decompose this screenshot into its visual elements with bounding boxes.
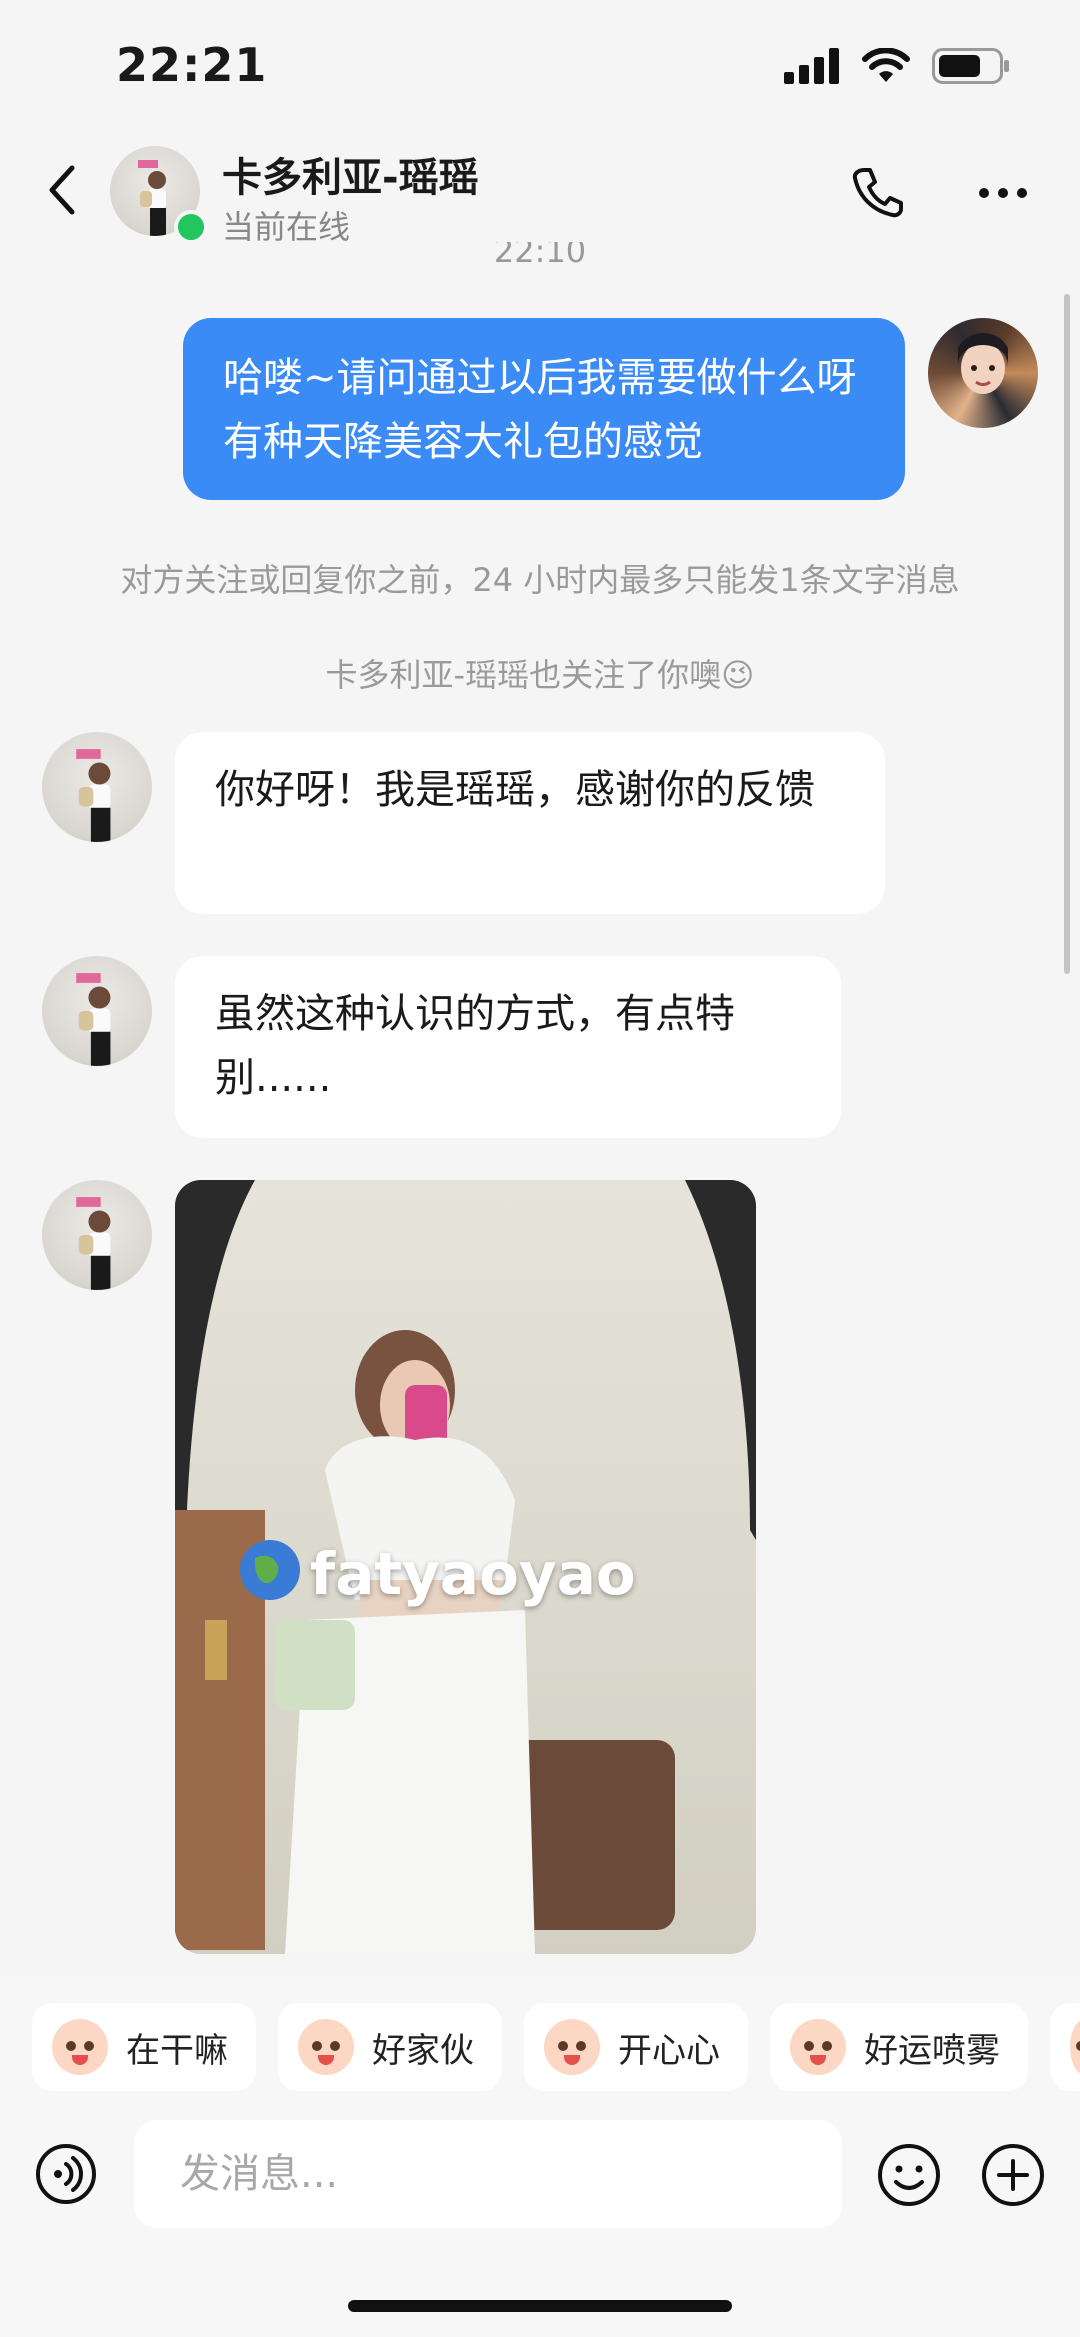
quick-reply-chip[interactable]: 好运喷雾 <box>770 2003 1028 2091</box>
quick-reply-chip[interactable]: 好家伙 <box>278 2003 502 2091</box>
sticker-face-icon <box>790 2019 846 2075</box>
battery-icon <box>932 48 1009 84</box>
received-message-bubble[interactable]: 虽然这种认识的方式，有点特别...... <box>175 956 841 1138</box>
avatar-art-icon <box>958 333 1008 394</box>
image-message[interactable]: fatyaoyao <box>175 1180 756 1954</box>
contact-name: 卡多利亚-瑶瑶 <box>222 155 479 201</box>
quick-reply-label: 好运喷雾 <box>864 2030 1000 2071</box>
quick-reply-chip[interactable] <box>1050 2003 1080 2091</box>
quick-reply-chip[interactable]: 开心心 <box>524 2003 748 2091</box>
quick-reply-label: 开心心 <box>618 2030 720 2071</box>
home-indicator[interactable] <box>348 2300 732 2312</box>
contact-message-avatar[interactable] <box>42 732 152 842</box>
person-figure-icon <box>76 973 111 1066</box>
add-attachment-button[interactable] <box>980 2142 1046 2208</box>
received-message-bubble[interactable]: 你好呀！我是瑶瑶，感谢你的反馈 <box>175 732 885 914</box>
more-options-button[interactable] <box>978 186 1028 200</box>
system-notice: 对方关注或回复你之前，24 小时内最多只能发1条文字消息 <box>120 561 960 599</box>
sticker-face-icon <box>52 2019 108 2075</box>
contact-status: 当前在线 <box>222 208 351 246</box>
emoji-button[interactable] <box>876 2142 942 2208</box>
sent-message-bubble[interactable]: 哈喽~请问通过以后我需要做什么呀 有种天降美容大礼包的感觉 <box>183 318 905 500</box>
cellular-signal-icon <box>784 48 839 84</box>
phone-call-button[interactable] <box>850 165 904 219</box>
follow-notice: 卡多利亚-瑶瑶也关注了你噢😉 <box>325 656 755 694</box>
photo-watermark: fatyaoyao <box>310 1540 636 1608</box>
voice-input-button[interactable] <box>34 2142 98 2206</box>
quick-reply-label: 好家伙 <box>372 2030 474 2071</box>
status-time: 22:21 <box>116 38 268 92</box>
message-timestamp: 22:10 <box>493 232 587 270</box>
person-figure-icon <box>76 1197 111 1290</box>
quick-reply-chip[interactable]: 在干嘛 <box>32 2003 256 2091</box>
quick-reply-label: 在干嘛 <box>126 2030 228 2071</box>
sticker-face-icon <box>298 2019 354 2075</box>
scrollbar[interactable] <box>1064 294 1070 974</box>
online-indicator <box>174 210 208 244</box>
sticker-face-icon <box>544 2019 600 2075</box>
contact-message-avatar[interactable] <box>42 956 152 1066</box>
wifi-icon <box>862 48 910 82</box>
contact-message-avatar[interactable] <box>42 1180 152 1290</box>
status-icons <box>784 48 1010 84</box>
person-figure-icon <box>76 749 111 842</box>
back-button[interactable] <box>40 160 84 220</box>
sticker-face-icon <box>1070 2019 1080 2075</box>
quick-reply-bar: 在干嘛 好家伙 开心心 好运喷雾 <box>32 2003 1080 2091</box>
my-avatar[interactable] <box>928 318 1038 428</box>
message-input[interactable]: 发消息... <box>134 2120 842 2228</box>
